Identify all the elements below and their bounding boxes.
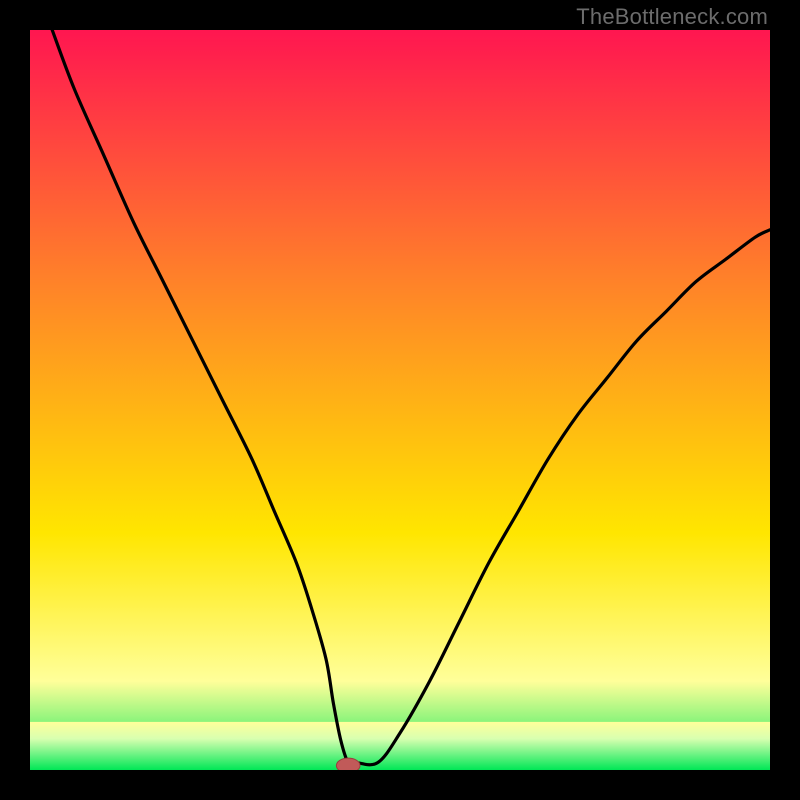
bottleneck-curve-chart	[30, 30, 770, 770]
plot-area	[30, 30, 770, 770]
bottom-band	[30, 722, 770, 770]
gradient-background	[30, 30, 770, 770]
optimum-marker	[336, 758, 360, 770]
watermark-text: TheBottleneck.com	[576, 4, 768, 30]
chart-frame: TheBottleneck.com	[0, 0, 800, 800]
